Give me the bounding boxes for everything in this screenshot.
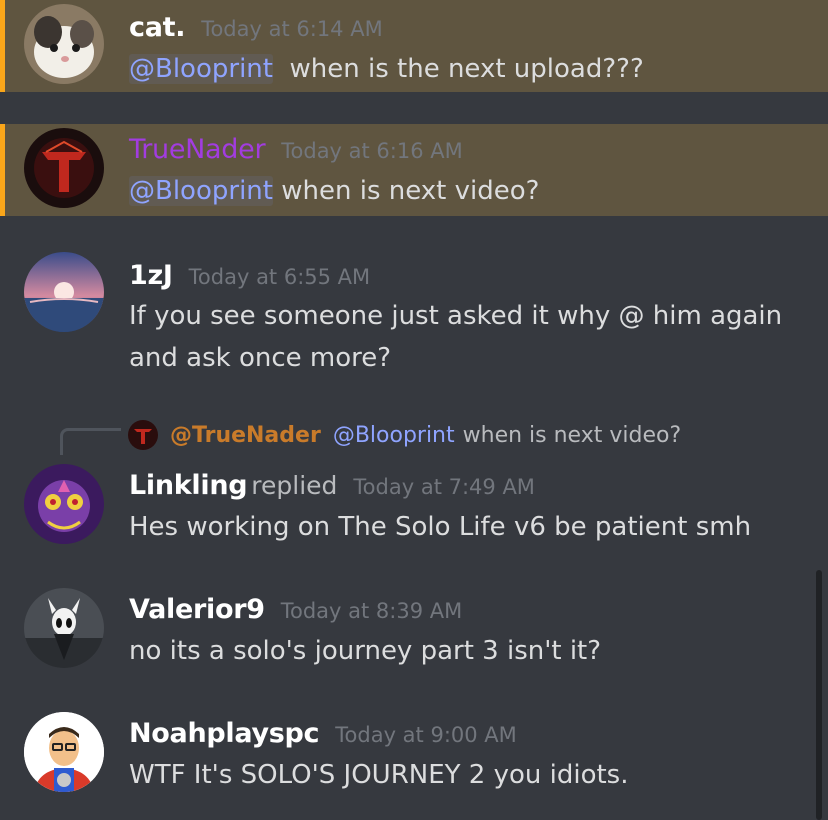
- message-truenader: TrueNader Today at 6:16 AM @Blooprint whe…: [0, 124, 828, 216]
- message-text: no its a solo's journey part 3 isn't it?: [129, 636, 602, 666]
- username[interactable]: cat.: [129, 12, 186, 43]
- timestamp: Today at 6:16 AM: [281, 139, 463, 163]
- message-valerior9: Valerior9 Today at 8:39 AM no its a solo'…: [0, 584, 828, 674]
- message-text: WTF It's SOLO'S JOURNEY 2 you idiots.: [129, 760, 629, 790]
- reply-reference[interactable]: @TrueNader @Blooprint when is next video…: [128, 420, 681, 450]
- timestamp: Today at 6:14 AM: [201, 17, 383, 41]
- username[interactable]: Valerior9: [129, 594, 265, 625]
- username[interactable]: Linkling: [129, 470, 248, 501]
- avatar-truenader[interactable]: [24, 128, 104, 208]
- message-text-line: If you see someone just asked it why @ h…: [129, 301, 783, 331]
- avatar-linkling[interactable]: [24, 464, 104, 544]
- avatar-valerior9[interactable]: [24, 588, 104, 668]
- reply-avatar: [128, 420, 158, 450]
- message-text-line: and ask once more?: [129, 343, 392, 373]
- reply-connector: [60, 428, 121, 455]
- avatar-noahplayspc[interactable]: [24, 712, 104, 792]
- message-text: when is next video?: [272, 176, 540, 206]
- user-mention[interactable]: @Blooprint: [129, 176, 273, 206]
- message-cat: cat. Today at 6:14 AM @Blooprint when is …: [0, 0, 828, 92]
- timestamp: Today at 7:49 AM: [353, 475, 535, 499]
- message-noahplayspc: Noahplayspc Today at 9:00 AM WTF It's SOL…: [0, 708, 828, 808]
- username[interactable]: 1zJ: [129, 260, 173, 291]
- replied-label: replied: [251, 471, 338, 500]
- avatar-1zj[interactable]: [24, 252, 104, 332]
- reply-text: when is next video?: [462, 422, 682, 448]
- username[interactable]: Noahplayspc: [129, 718, 320, 749]
- message-linkling: Linkling replied Today at 7:49 AM Hes work…: [0, 460, 828, 550]
- reply-mention[interactable]: @Blooprint: [333, 423, 455, 448]
- message-1zj: 1zJ Today at 6:55 AM If you see someone j…: [0, 248, 828, 378]
- user-mention[interactable]: @Blooprint: [129, 54, 273, 84]
- timestamp: Today at 6:55 AM: [188, 265, 371, 289]
- message-text: when is the next upload???: [272, 54, 644, 84]
- timestamp: Today at 8:39 AM: [280, 599, 463, 623]
- avatar-cat[interactable]: [24, 4, 104, 84]
- reply-username[interactable]: @TrueNader: [170, 423, 321, 448]
- scrollbar[interactable]: [816, 570, 822, 820]
- username[interactable]: TrueNader: [129, 134, 266, 165]
- message-text: Hes working on The Solo Life v6 be patie…: [129, 512, 752, 542]
- timestamp: Today at 9:00 AM: [335, 723, 517, 747]
